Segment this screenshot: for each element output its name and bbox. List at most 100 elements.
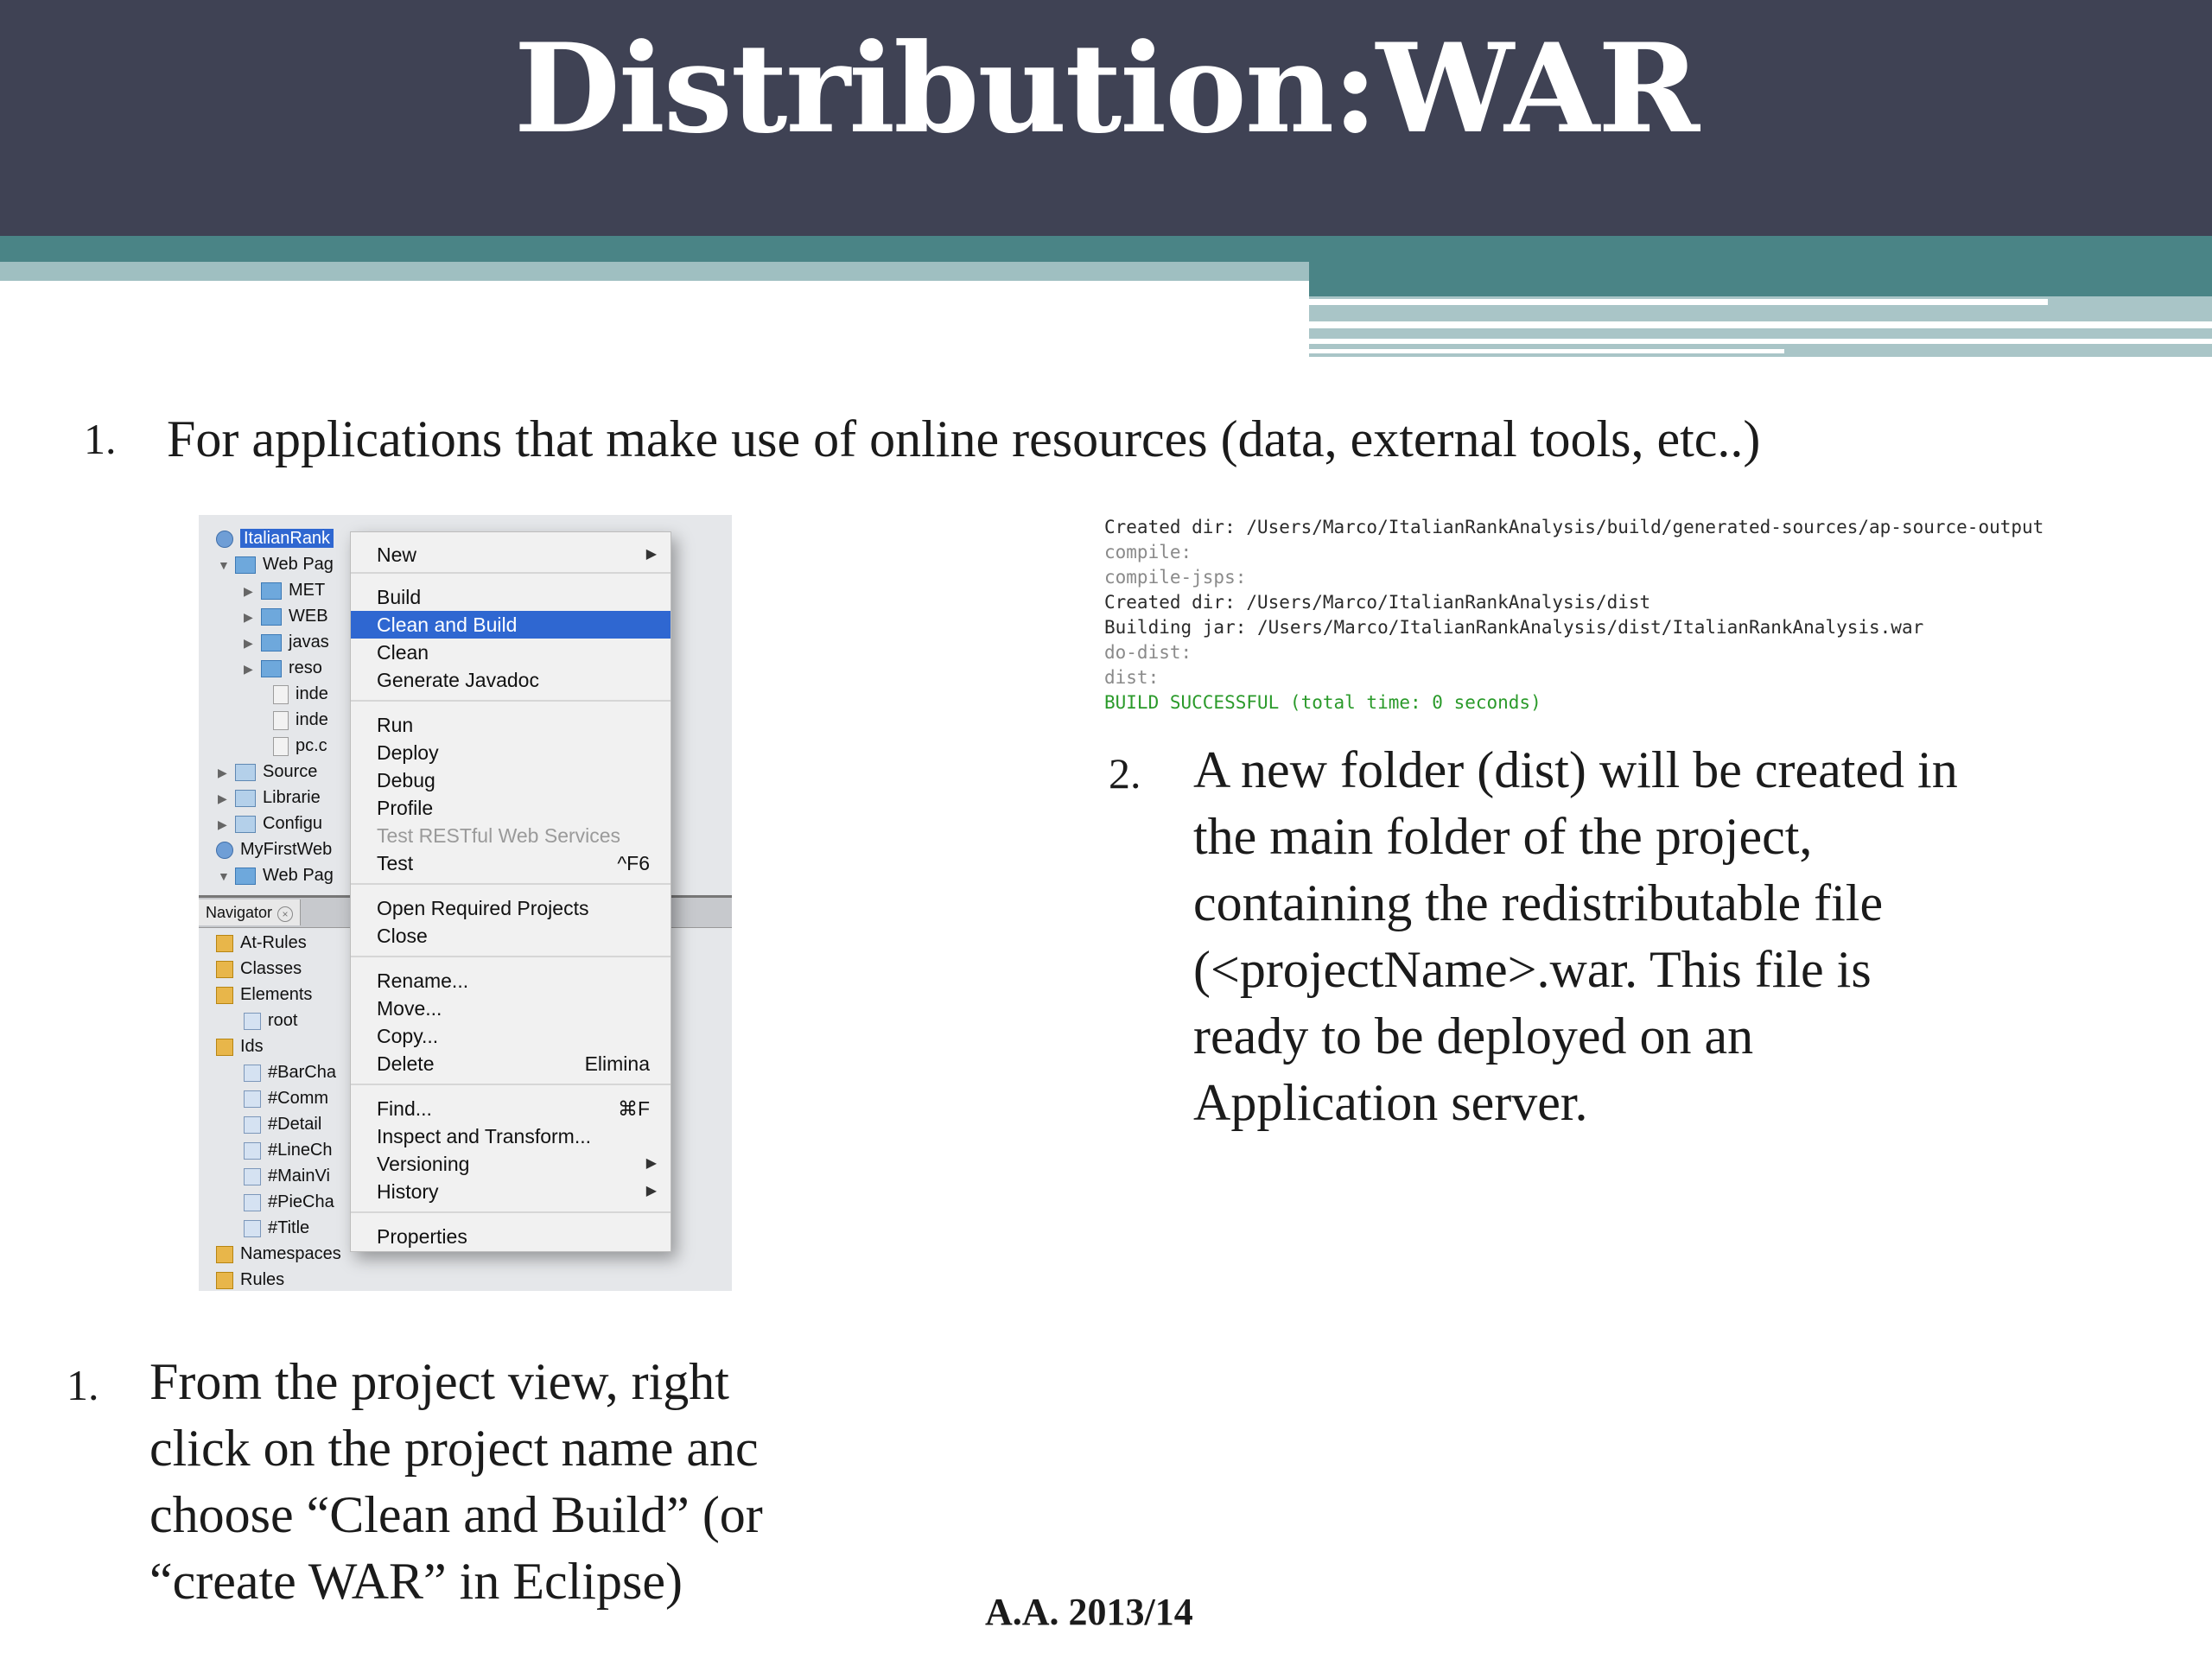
folder-icon: [261, 607, 282, 626]
collapsed-icon[interactable]: ▶: [218, 785, 235, 811]
tree-node-label: Web Pag: [263, 866, 334, 885]
menu-item-test-restful: Test RESTful Web Services: [351, 822, 671, 849]
menu-item-clean-and-build[interactable]: Clean and Build: [351, 611, 671, 639]
navigator-item[interactable]: #Detail: [244, 1111, 321, 1137]
menu-item-find[interactable]: Find... ⌘F: [351, 1095, 671, 1122]
navigator-item[interactable]: #BarCha: [244, 1059, 336, 1085]
css-rule-icon: [244, 1090, 261, 1108]
menu-item-label: Inspect and Transform...: [377, 1125, 592, 1147]
tree-node[interactable]: ItalianRank: [216, 525, 334, 551]
navigator-tab[interactable]: Navigator ×: [199, 899, 302, 925]
navigator-item[interactable]: #LineCh: [244, 1137, 333, 1163]
tree-node[interactable]: MyFirstWeb: [216, 836, 332, 862]
list-text-line: ready to be deployed on an: [1193, 1007, 1754, 1065]
list-number: 2.: [1109, 749, 1141, 798]
navigator-item[interactable]: Classes: [216, 956, 302, 982]
package-icon: [235, 763, 256, 781]
collapsed-icon[interactable]: ▶: [244, 656, 261, 682]
collapsed-icon[interactable]: ▶: [244, 578, 261, 604]
menu-separator: [351, 572, 671, 574]
navigator-item-label: Namespaces: [240, 1244, 341, 1263]
folder-icon: [261, 659, 282, 677]
menu-item-generate-javadoc[interactable]: Generate Javadoc: [351, 666, 671, 694]
menu-item-delete[interactable]: Delete Elimina: [351, 1050, 671, 1077]
header-stripe: [1309, 262, 2212, 296]
header-stripe: [1309, 321, 2212, 328]
menu-item-profile[interactable]: Profile: [351, 794, 671, 822]
tree-node[interactable]: ▶ Librarie: [218, 785, 321, 810]
tree-node[interactable]: ▶ Configu: [218, 810, 322, 836]
menu-separator: [351, 956, 671, 957]
package-icon: [235, 789, 256, 807]
navigator-item[interactable]: #Title: [244, 1215, 309, 1241]
collapsed-icon[interactable]: ▶: [244, 604, 261, 630]
menu-item-deploy[interactable]: Deploy: [351, 739, 671, 766]
navigator-item[interactable]: #PieCha: [244, 1189, 334, 1215]
close-icon[interactable]: ×: [277, 906, 294, 922]
context-menu: New ▶ Build Clean and Build Clean Generat…: [350, 531, 671, 1252]
list-number: 1.: [67, 1361, 99, 1409]
tree-node[interactable]: ▶ WEB: [244, 603, 328, 629]
expanded-icon[interactable]: ▼: [218, 552, 235, 578]
tree-node[interactable]: inde: [273, 681, 328, 707]
console-line-build-successful: BUILD SUCCESSFUL (total time: 0 seconds): [1104, 692, 1541, 713]
tree-node[interactable]: ▼ Web Pag: [218, 551, 334, 577]
navigator-item[interactable]: root: [244, 1007, 297, 1033]
menu-item-clean[interactable]: Clean: [351, 639, 671, 666]
console-line: compile:: [1104, 542, 1192, 563]
menu-item-move[interactable]: Move...: [351, 995, 671, 1022]
css-rule-icon: [244, 1064, 261, 1082]
collapsed-icon[interactable]: ▶: [244, 630, 261, 656]
tree-node[interactable]: ▶ reso: [244, 655, 322, 681]
category-icon: [216, 1245, 233, 1263]
menu-item-properties[interactable]: Properties: [351, 1223, 671, 1250]
menu-item-label: Debug: [377, 769, 435, 791]
list-text-line: click on the project name anc: [149, 1420, 759, 1477]
globe-icon: [216, 841, 233, 859]
menu-item-run[interactable]: Run: [351, 711, 671, 739]
tree-node-label: Source: [263, 762, 318, 781]
collapsed-icon[interactable]: ▶: [218, 811, 235, 837]
collapsed-icon[interactable]: ▶: [218, 760, 235, 785]
menu-item-rename[interactable]: Rename...: [351, 967, 671, 995]
slide-footer: A.A. 2013/14: [985, 1591, 1193, 1633]
navigator-item[interactable]: At-Rules: [216, 930, 307, 956]
tree-node[interactable]: pc.c: [273, 733, 327, 759]
tree-node[interactable]: ▶ Source: [218, 759, 317, 785]
menu-item-label: Find...: [377, 1097, 432, 1120]
list-text-line: Application server.: [1193, 1074, 1588, 1131]
menu-item-copy[interactable]: Copy...: [351, 1022, 671, 1050]
navigator-item[interactable]: Elements: [216, 982, 312, 1007]
navigator-item[interactable]: Ids: [216, 1033, 264, 1059]
navigator-item[interactable]: Rules: [216, 1267, 284, 1291]
tree-node[interactable]: ▶ MET: [244, 577, 325, 603]
tree-node[interactable]: ▼ Web Pag: [218, 862, 334, 888]
menu-item-history[interactable]: History ▶: [351, 1178, 671, 1205]
navigator-item-label: root: [268, 1011, 298, 1030]
navigator-item[interactable]: Namespaces: [216, 1241, 341, 1267]
expanded-icon[interactable]: ▼: [218, 863, 235, 889]
menu-item-close[interactable]: Close: [351, 922, 671, 950]
navigator-item[interactable]: #Comm: [244, 1085, 328, 1111]
globe-icon: [216, 530, 233, 548]
shortcut-label: ⌘F: [617, 1097, 650, 1120]
menu-item-inspect-and-transform[interactable]: Inspect and Transform...: [351, 1122, 671, 1150]
menu-item-label: Copy...: [377, 1025, 439, 1047]
navigator-item-label: #LineCh: [268, 1141, 333, 1160]
menu-item-debug[interactable]: Debug: [351, 766, 671, 794]
tree-node[interactable]: inde: [273, 707, 328, 733]
category-icon: [216, 934, 233, 952]
menu-item-label: Clean: [377, 641, 429, 664]
menu-item-test[interactable]: Test ^F6: [351, 849, 671, 877]
list-text: For applications that make use of online…: [167, 406, 1760, 473]
submenu-arrow-icon: ▶: [645, 1184, 657, 1198]
menu-item-open-required-projects[interactable]: Open Required Projects: [351, 894, 671, 922]
menu-item-new[interactable]: New ▶: [351, 541, 671, 569]
tree-node-label: inde: [296, 710, 328, 729]
list-text-line: containing the redistributable file: [1193, 874, 1884, 931]
navigator-item[interactable]: #MainVi: [244, 1163, 330, 1189]
menu-item-label: Open Required Projects: [377, 897, 589, 919]
menu-item-build[interactable]: Build: [351, 583, 671, 611]
tree-node[interactable]: ▶ javas: [244, 629, 329, 655]
menu-item-versioning[interactable]: Versioning ▶: [351, 1150, 671, 1178]
